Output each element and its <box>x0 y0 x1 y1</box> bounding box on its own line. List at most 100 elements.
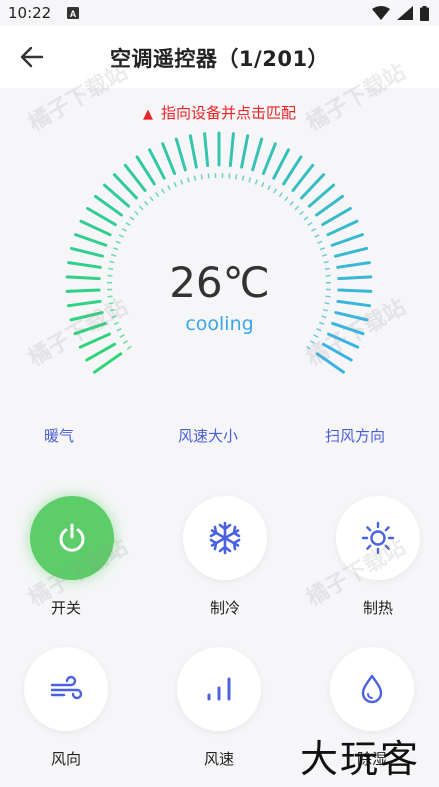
dial-tick <box>188 134 198 169</box>
dial-minor-tick <box>173 182 177 188</box>
wifi-icon <box>372 6 390 20</box>
heat-mode-label: 制热 <box>362 599 393 617</box>
dial-minor-tick <box>121 227 127 232</box>
dial-minor-tick <box>186 177 190 183</box>
brand-logo: 大玩客 <box>300 737 421 781</box>
mode-readout: cooling <box>185 313 254 335</box>
dial-tick <box>102 183 131 208</box>
dial-tick <box>74 233 108 247</box>
dial-minor-tick <box>155 192 160 198</box>
dial-tick <box>240 134 250 169</box>
svg-text:A: A <box>70 9 77 19</box>
dial-tick <box>330 233 364 247</box>
cool-mode-button[interactable] <box>183 496 267 580</box>
wind-direction-button[interactable] <box>24 647 108 731</box>
dial-minor-tick <box>180 179 184 185</box>
dial-minor-tick <box>200 174 203 180</box>
dial-minor-tick <box>167 185 171 191</box>
page-title: 空调遥控器（1/201） <box>109 47 330 71</box>
warning-triangle-icon: ▲ <box>142 107 153 122</box>
dial-tick <box>86 207 117 227</box>
temperature-readout: 26℃ <box>169 258 270 307</box>
heat-mode-button[interactable] <box>336 496 420 580</box>
dial-minor-tick <box>143 200 149 206</box>
dial-minor-tick <box>289 200 295 206</box>
dial-tick <box>333 246 369 258</box>
dial-tick <box>321 207 352 227</box>
snowflake-icon <box>209 521 241 555</box>
dial-tick <box>326 219 359 237</box>
wind-icon <box>50 675 83 700</box>
app-bar: 空调遥控器（1/201） <box>0 26 439 88</box>
dial-tick <box>203 132 210 168</box>
droplet-icon <box>361 674 383 704</box>
wind-direction-label: 风向 <box>50 750 81 768</box>
dial-tick <box>174 137 187 172</box>
sun-icon <box>361 521 395 555</box>
dehumidify-button[interactable] <box>330 647 414 731</box>
bars-icon <box>207 677 231 701</box>
hint-text: 指向设备并点击匹配 <box>160 104 296 122</box>
dial-minor-tick <box>193 175 197 181</box>
power-label: 开关 <box>50 599 81 617</box>
dial-minor-tick <box>294 205 300 211</box>
dial-minor-tick <box>134 210 139 216</box>
cool-mode-label: 制冷 <box>209 599 240 617</box>
dial-minor-tick <box>273 188 277 194</box>
dial-tick <box>300 173 326 200</box>
dial-tick <box>327 332 360 349</box>
dial-tick <box>315 352 346 374</box>
dial-minor-tick <box>317 240 323 244</box>
dial-tick <box>69 246 105 258</box>
swing-direction-function-link[interactable]: 扫风方向 <box>325 425 385 446</box>
dial-minor-tick <box>254 179 258 185</box>
dial-minor-tick <box>241 175 245 181</box>
status-bar: 10:22 A <box>0 0 439 26</box>
dial-tick <box>315 194 345 217</box>
dial-minor-tick <box>126 345 132 350</box>
heating-function-link[interactable]: 暖气 <box>44 425 74 446</box>
dial-minor-tick <box>307 222 313 227</box>
power-button[interactable] <box>30 496 114 580</box>
fan-speed-button[interactable] <box>177 647 261 731</box>
dial-minor-tick <box>125 222 131 227</box>
dial-minor-tick <box>109 308 116 312</box>
dial-minor-tick <box>122 340 129 344</box>
dial-tick <box>135 155 156 186</box>
dial-minor-tick <box>113 247 119 251</box>
dial-minor-tick <box>322 308 329 312</box>
dial-minor-tick <box>314 234 320 238</box>
dial-tick <box>85 342 117 362</box>
dial-minor-tick <box>284 196 289 202</box>
dial-tick <box>148 148 166 180</box>
fan-speed-function-link[interactable]: 风速大小 <box>178 425 238 446</box>
dial-minor-tick <box>267 185 271 191</box>
dial-minor-tick <box>110 253 117 257</box>
dial-tick <box>93 194 123 217</box>
dial-minor-tick <box>235 174 238 180</box>
dial-tick <box>321 342 353 362</box>
dial-tick <box>123 163 147 192</box>
dial-minor-tick <box>161 188 165 194</box>
battery-icon <box>420 5 429 21</box>
dial-minor-tick <box>303 216 309 221</box>
match-hint[interactable]: ▲ 指向设备并点击匹配 <box>0 102 439 123</box>
dial-tick <box>228 132 235 168</box>
dial-tick <box>78 332 111 349</box>
dial-minor-tick <box>321 253 328 257</box>
dial-minor-tick <box>248 177 252 183</box>
dial-tick <box>307 183 336 208</box>
dial-minor-tick <box>149 196 154 202</box>
dial-minor-tick <box>118 234 124 238</box>
dial-minor-tick <box>119 334 125 338</box>
dial-minor-tick <box>278 192 283 198</box>
dial-tick <box>261 142 277 176</box>
dial-tick <box>79 219 112 237</box>
dial-minor-tick <box>299 210 304 216</box>
signal-icon <box>397 6 413 20</box>
dial-minor-tick <box>311 227 317 232</box>
power-icon <box>59 523 85 552</box>
dial-minor-tick <box>129 216 135 221</box>
dial-tick <box>92 352 123 374</box>
status-time: 10:22 <box>8 4 52 22</box>
